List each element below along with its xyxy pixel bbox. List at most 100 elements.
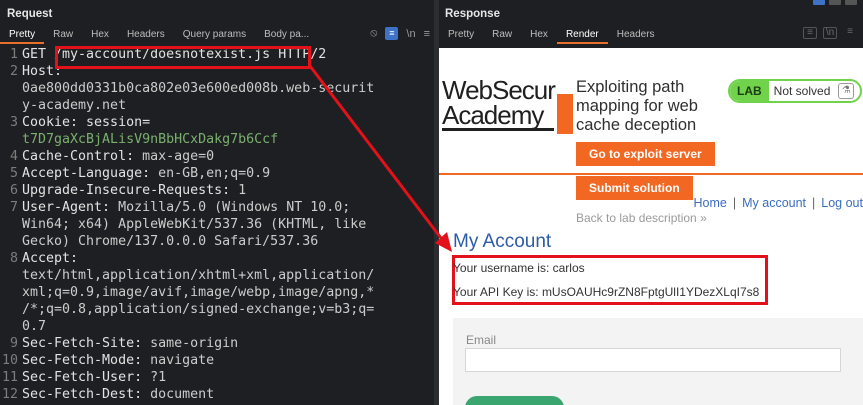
line-number: 10 — [1, 353, 18, 368]
layout-toggle-icons[interactable] — [813, 0, 857, 5]
nav-log-out-link[interactable]: Log out — [821, 196, 863, 210]
response-title: Response — [445, 8, 500, 20]
line-text: text/html,application/xhtml+xml,applicat… — [22, 267, 374, 284]
code-line: 3 Cookie: session= — [0, 114, 434, 131]
code-line: 7 User-Agent: Mozilla/5.0 (Windows NT 10.… — [0, 199, 434, 216]
line-number — [0, 267, 22, 284]
line-number: 5 — [9, 166, 18, 181]
lab-title: Exploiting path mapping for web cache de… — [576, 78, 698, 134]
page-title: My Account — [453, 231, 552, 252]
web-security-academy-logo[interactable]: WebSecur Academy — [442, 77, 556, 131]
eye-off-icon[interactable]: ⦸ — [370, 27, 377, 40]
line-segment: Cache-Control: — [22, 149, 143, 164]
code-line: text/html,application/xhtml+xml,applicat… — [0, 267, 434, 284]
code-line: 9 Sec-Fetch-Site: same-origin — [0, 335, 434, 352]
code-line: 5 Accept-Language: en-GB,en;q=0.9 — [0, 165, 434, 182]
request-pane: Request Pretty Raw Hex Headers Query par… — [0, 0, 434, 405]
menu-icon[interactable]: ≡ — [843, 27, 857, 39]
logo-line-2: Academy — [442, 102, 554, 131]
line-text: xml;q=0.9,image/avif,image/webp,image/ap… — [22, 284, 374, 301]
request-tabs: Pretty Raw Hex Headers Query params Body… — [0, 26, 318, 44]
line-segment: ?1 — [150, 370, 167, 385]
api-key-text: Your API Key is: mUsOAUHc9rZN8FptgUlI1YD… — [453, 285, 760, 299]
nav-my-account-link[interactable]: My account — [742, 196, 806, 210]
line-segment: 1 — [238, 183, 247, 198]
tab-pretty[interactable]: Pretty — [0, 26, 45, 44]
line-segment: t7D7gaXcBjALisV9nBbHCxDakg7b6Ccf — [22, 132, 279, 147]
line-segment: User-Agent: — [22, 200, 119, 215]
nav-separator: | — [812, 196, 816, 210]
line-number — [0, 97, 22, 114]
tab-headers[interactable]: Headers — [608, 26, 664, 44]
code-line: 0ae800dd0331b0ca802e03e600ed008b.web-sec… — [0, 80, 434, 97]
tab-headers[interactable]: Headers — [118, 26, 174, 44]
lab-status-text: Not solved — [773, 84, 831, 98]
line-segment: y-academy.net — [22, 98, 127, 113]
line-segment: document — [150, 387, 215, 402]
code-line: 11 Sec-Fetch-User: ?1 — [0, 369, 434, 386]
line-segment: Accept: — [22, 251, 79, 266]
code-line: 12 Sec-Fetch-Dest: document — [0, 386, 434, 403]
nav-home-link[interactable]: Home — [694, 196, 727, 210]
username-text: Your username is: carlos — [453, 261, 585, 275]
email-field[interactable] — [465, 348, 841, 372]
code-line: 4 Cache-Control: max-age=0 — [0, 148, 434, 165]
line-number: 6 — [9, 183, 18, 198]
line-text: /*;q=0.8,application/signed-exchange;v=b… — [22, 301, 374, 318]
code-line: 0.7 — [0, 318, 434, 335]
tab-pretty[interactable]: Pretty — [439, 26, 483, 44]
go-to-exploit-server-button[interactable]: Go to exploit server — [576, 142, 715, 166]
tab-raw[interactable]: Raw — [44, 26, 82, 44]
wrap-icon[interactable]: ≡ — [803, 27, 817, 39]
line-number — [0, 301, 22, 318]
line-segment: Gecko) Chrome/137.0.0.0 Safari/537.36 — [22, 234, 319, 249]
tab-body-params[interactable]: Body pa... — [255, 26, 318, 44]
wrap-icon[interactable]: ≡ — [385, 27, 399, 40]
submit-solution-button[interactable]: Submit solution — [576, 176, 693, 200]
tab-raw[interactable]: Raw — [483, 26, 521, 44]
lab-status-badge: LAB Not solved ⚗ — [728, 79, 862, 103]
logo-accent — [557, 94, 573, 134]
line-segment: 0ae800dd0331b0ca802e03e600ed008b.web-sec… — [22, 81, 375, 96]
line-segment: Mozilla/5.0 (Windows NT 10.0; — [118, 200, 351, 215]
line-number — [0, 131, 22, 148]
tab-hex[interactable]: Hex — [82, 26, 118, 44]
tab-query-params[interactable]: Query params — [174, 26, 255, 44]
line-segment: same-origin — [150, 336, 239, 351]
line-segment: 0.7 — [22, 319, 47, 334]
response-tabs: Pretty Raw Hex Render Headers — [439, 26, 664, 44]
rendered-page: WebSecur Academy Exploiting path mapping… — [439, 48, 863, 405]
line-segment: Sec-Fetch-Dest: — [22, 387, 151, 402]
code-line: xml;q=0.9,image/avif,image/webp,image/ap… — [0, 284, 434, 301]
line-segment: Sec-Fetch-User: — [22, 370, 151, 385]
response-pane: Response Pretty Raw Hex Render Headers ≡… — [439, 0, 863, 405]
line-segment: text/html,application/xhtml+xml,applicat… — [22, 268, 375, 283]
line-text: Gecko) Chrome/137.0.0.0 Safari/537.36 — [22, 233, 318, 250]
line-text: 0.7 — [22, 318, 46, 335]
newline-icon[interactable]: \n — [406, 28, 415, 40]
line-segment: navigate — [150, 353, 215, 368]
update-email-button[interactable] — [465, 396, 564, 405]
line-number: 7 — [9, 200, 18, 215]
line-segment: Accept-Language: — [22, 166, 159, 181]
newline-icon[interactable]: \n — [823, 27, 837, 39]
line-number: 4 — [9, 149, 18, 164]
line-segment: Cookie: session= — [22, 115, 151, 130]
email-label: Email — [466, 333, 497, 347]
tab-hex[interactable]: Hex — [521, 26, 557, 44]
tab-render[interactable]: Render — [556, 26, 608, 44]
back-to-lab-description-link[interactable]: Back to lab description » — [576, 211, 707, 225]
line-number: 9 — [9, 336, 18, 351]
line-segment: en-GB,en;q=0.9 — [158, 166, 271, 181]
line-text: Sec-Fetch-Mode: navigate — [22, 352, 214, 369]
code-line: y-academy.net — [0, 97, 434, 114]
path-highlight-box — [55, 46, 311, 69]
menu-icon[interactable]: ≡ — [424, 28, 430, 40]
line-number: 2 — [9, 64, 18, 79]
line-number: 8 — [9, 251, 18, 266]
nav-separator: | — [732, 196, 737, 210]
line-number — [0, 318, 22, 335]
line-number: 3 — [9, 115, 18, 130]
request-editor[interactable]: 1 GET /my-account/doesnotexist.js HTTP/2 2… — [0, 46, 434, 403]
line-segment: Upgrade-Insecure-Requests: — [22, 183, 239, 198]
